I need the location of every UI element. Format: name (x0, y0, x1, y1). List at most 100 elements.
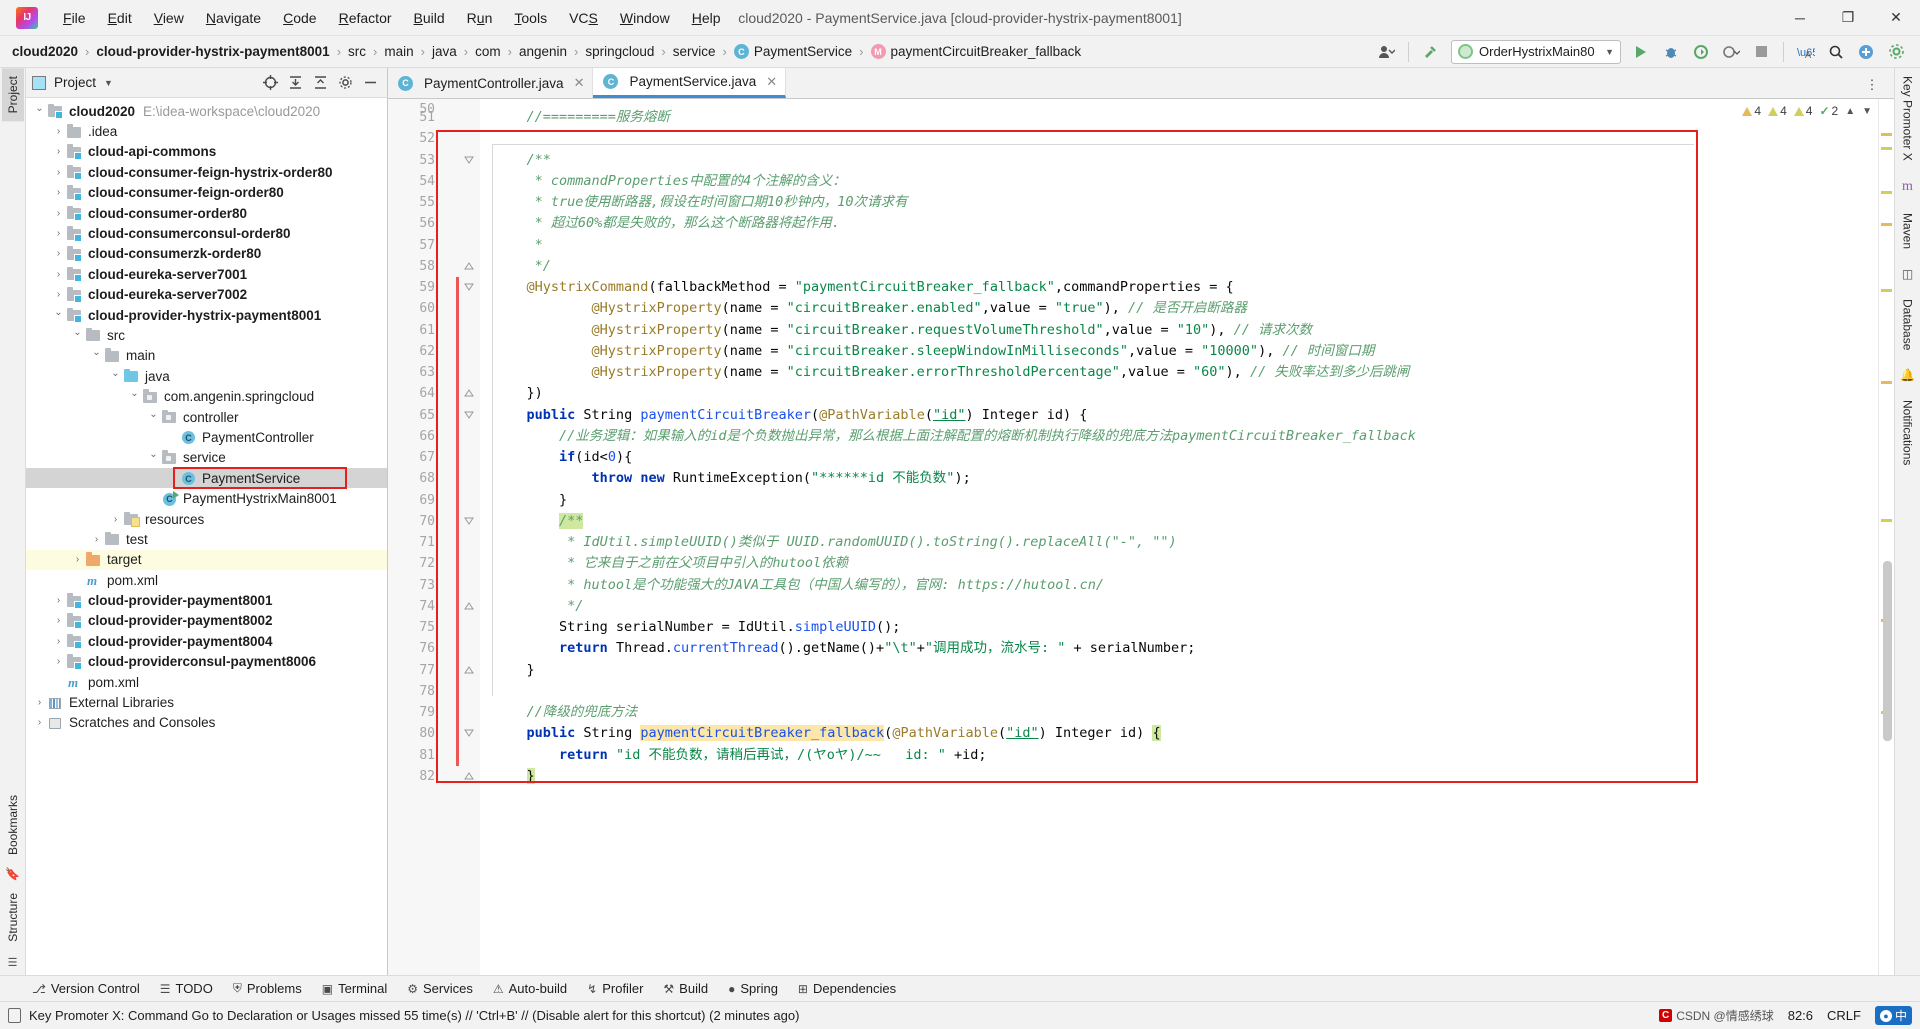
menu-navigate[interactable]: Navigate (195, 6, 272, 30)
chevron-right-icon[interactable] (51, 636, 66, 647)
hide-panel-icon[interactable] (359, 72, 381, 94)
code-line[interactable]: /** (480, 150, 1878, 171)
tool-window-button-version-control[interactable]: ⎇ Version Control (22, 979, 150, 998)
tree-node-service[interactable]: service (26, 448, 387, 468)
close-button[interactable]: ✕ (1872, 0, 1920, 36)
minimize-button[interactable]: ─ (1776, 0, 1824, 36)
chevron-right-icon[interactable] (51, 187, 66, 198)
breadcrumb-item-main[interactable]: main (380, 42, 417, 61)
tree-node-pom-xml[interactable]: m pom.xml (26, 570, 387, 590)
tool-window-button-problems[interactable]: ⛨ Problems (223, 979, 312, 998)
warning-marker[interactable] (1881, 381, 1892, 384)
tree-node-cloud-consumerconsul-order80[interactable]: cloud-consumerconsul-order80 (26, 223, 387, 243)
rail-tab-bookmarks[interactable]: Bookmarks (2, 787, 24, 863)
code-line[interactable]: @HystrixProperty(name = "circuitBreaker.… (480, 341, 1878, 362)
code-text-area[interactable]: //=========服务熔断 /** * commandProperties中… (480, 99, 1878, 975)
tree-node-scratches-and-consoles[interactable]: Scratches and Consoles (26, 713, 387, 733)
chevron-right-icon[interactable] (89, 534, 104, 545)
chevron-right-icon[interactable] (108, 514, 123, 525)
code-line[interactable]: }) (480, 383, 1878, 404)
tree-node--idea[interactable]: .idea (26, 121, 387, 141)
expand-all-icon[interactable] (284, 72, 306, 94)
scroll-from-source-icon[interactable] (259, 72, 281, 94)
debug-button[interactable] (1657, 39, 1685, 65)
fold-collapse-icon[interactable] (464, 728, 474, 738)
tree-node-cloud-provider-hystrix-payment8001[interactable]: cloud-provider-hystrix-payment8001 (26, 305, 387, 325)
tree-node-paymentcontroller[interactable]: C PaymentController (26, 427, 387, 447)
code-line[interactable]: if(id<0){ (480, 447, 1878, 468)
code-editor[interactable]: 50 51 52 53 54 55 56 57 58 59 60 61 62 63 64 65 66 67 68 69… (388, 99, 1894, 975)
menu-run[interactable]: Run (456, 6, 504, 30)
chevron-down-icon[interactable]: ▼ (104, 78, 113, 88)
vcs-change-marker[interactable] (456, 277, 459, 766)
warning-count[interactable]: 4 (1742, 104, 1761, 118)
tree-node-pom-xml[interactable]: m pom.xml (26, 672, 387, 692)
chevron-right-icon[interactable] (51, 146, 66, 157)
code-line[interactable]: //=========服务熔断 (480, 107, 1878, 128)
chevron-right-icon[interactable] (51, 615, 66, 626)
chevron-right-icon[interactable] (51, 228, 66, 239)
code-line[interactable]: return "id 不能负数，请稍后再试，/(ヤοヤ)/~~ id: " +i… (480, 745, 1878, 766)
ime-indicator[interactable]: ● 中 (1874, 1006, 1912, 1025)
line-separator[interactable]: CRLF (1827, 1008, 1861, 1023)
code-line[interactable]: @HystrixCommand(fallbackMethod = "paymen… (480, 277, 1878, 298)
grammar-count[interactable]: ✓ 2 (1819, 104, 1838, 118)
chevron-right-icon[interactable] (51, 248, 66, 259)
menu-window[interactable]: Window (609, 6, 681, 30)
code-line[interactable]: * commandProperties中配置的4个注解的含义： (480, 171, 1878, 192)
project-tree[interactable]: cloud2020 E:\idea-workspace\cloud2020 .ide… (26, 98, 387, 975)
tree-node-cloud-consumer-order80[interactable]: cloud-consumer-order80 (26, 203, 387, 223)
tool-window-button-todo[interactable]: ☰ TODO (150, 979, 223, 998)
tree-node-resources[interactable]: resources (26, 509, 387, 529)
breadcrumb-item-java[interactable]: java (428, 42, 461, 61)
chevron-right-icon[interactable] (51, 269, 66, 280)
breadcrumb-item-service[interactable]: service (669, 42, 720, 61)
fold-expand-icon[interactable] (464, 261, 474, 271)
menu-build[interactable]: Build (403, 6, 456, 30)
code-line[interactable]: /** (480, 511, 1878, 532)
editor-scrollbar-thumb[interactable] (1883, 561, 1892, 741)
breadcrumb-item-springcloud[interactable]: springcloud (581, 42, 658, 61)
menu-refactor[interactable]: Refactor (328, 6, 403, 30)
chevron-down-icon[interactable] (146, 452, 161, 463)
code-line[interactable]: public String paymentCircuitBreaker_fall… (480, 723, 1878, 744)
close-icon[interactable]: ✕ (574, 75, 585, 91)
stop-button[interactable] (1747, 39, 1775, 65)
tree-node-main[interactable]: main (26, 346, 387, 366)
code-line[interactable]: * (480, 235, 1878, 256)
code-line[interactable]: throw new RuntimeException("******id 不能负… (480, 468, 1878, 489)
code-line[interactable]: * 超过60%都是失败的，那么这个断路器将起作用. (480, 213, 1878, 234)
menu-view[interactable]: View (143, 6, 195, 30)
tree-node-cloud-consumerzk-order80[interactable]: cloud-consumerzk-order80 (26, 244, 387, 264)
code-line[interactable] (480, 681, 1878, 702)
code-line[interactable]: //业务逻辑：如果输入的id是个负数抛出异常，那么根据上面注解配置的熔断机制执行… (480, 426, 1878, 447)
tool-window-button-profiler[interactable]: ↯ Profiler (577, 979, 653, 998)
search-icon[interactable] (1822, 39, 1850, 65)
tool-window-button-services[interactable]: ⚙ Services (397, 979, 483, 998)
hammer-build-icon[interactable] (1417, 39, 1445, 65)
tree-node-com-angenin-springcloud[interactable]: com.angenin.springcloud (26, 386, 387, 406)
tool-window-button-dependencies[interactable]: ⊞ Dependencies (788, 979, 906, 998)
more-options-icon[interactable]: ⋮ (1858, 72, 1886, 98)
close-icon[interactable]: ✕ (766, 74, 777, 90)
weak-warning-marker[interactable] (1881, 519, 1892, 522)
maximize-button[interactable]: ❐ (1824, 0, 1872, 36)
chevron-down-icon[interactable]: ▼ (1862, 106, 1872, 117)
chevron-right-icon[interactable] (51, 126, 66, 137)
chevron-down-icon[interactable] (127, 391, 142, 402)
chevron-right-icon[interactable] (51, 656, 66, 667)
collapse-all-icon[interactable] (309, 72, 331, 94)
tree-node-controller[interactable]: controller (26, 407, 387, 427)
tree-node-external-libraries[interactable]: External Libraries (26, 692, 387, 712)
breadcrumb-item-cloud2020[interactable]: cloud2020 (8, 42, 82, 61)
chevron-down-icon[interactable] (32, 106, 47, 117)
tool-window-button-terminal[interactable]: ▣ Terminal (312, 979, 397, 998)
rail-tab-notifications[interactable]: Notifications (1897, 392, 1919, 473)
fold-expand-icon[interactable] (464, 771, 474, 781)
breadcrumb-item-paymentcircuitbreaker-fallback[interactable]: MpaymentCircuitBreaker_fallback (867, 42, 1086, 61)
tree-node-cloud-provider-payment8001[interactable]: cloud-provider-payment8001 (26, 590, 387, 610)
run-with-coverage-button[interactable] (1687, 39, 1715, 65)
code-line[interactable]: public String paymentCircuitBreaker(@Pat… (480, 405, 1878, 426)
code-line[interactable] (480, 128, 1878, 149)
rail-tab-key-promoter-x[interactable]: Key Promoter X (1897, 68, 1919, 169)
